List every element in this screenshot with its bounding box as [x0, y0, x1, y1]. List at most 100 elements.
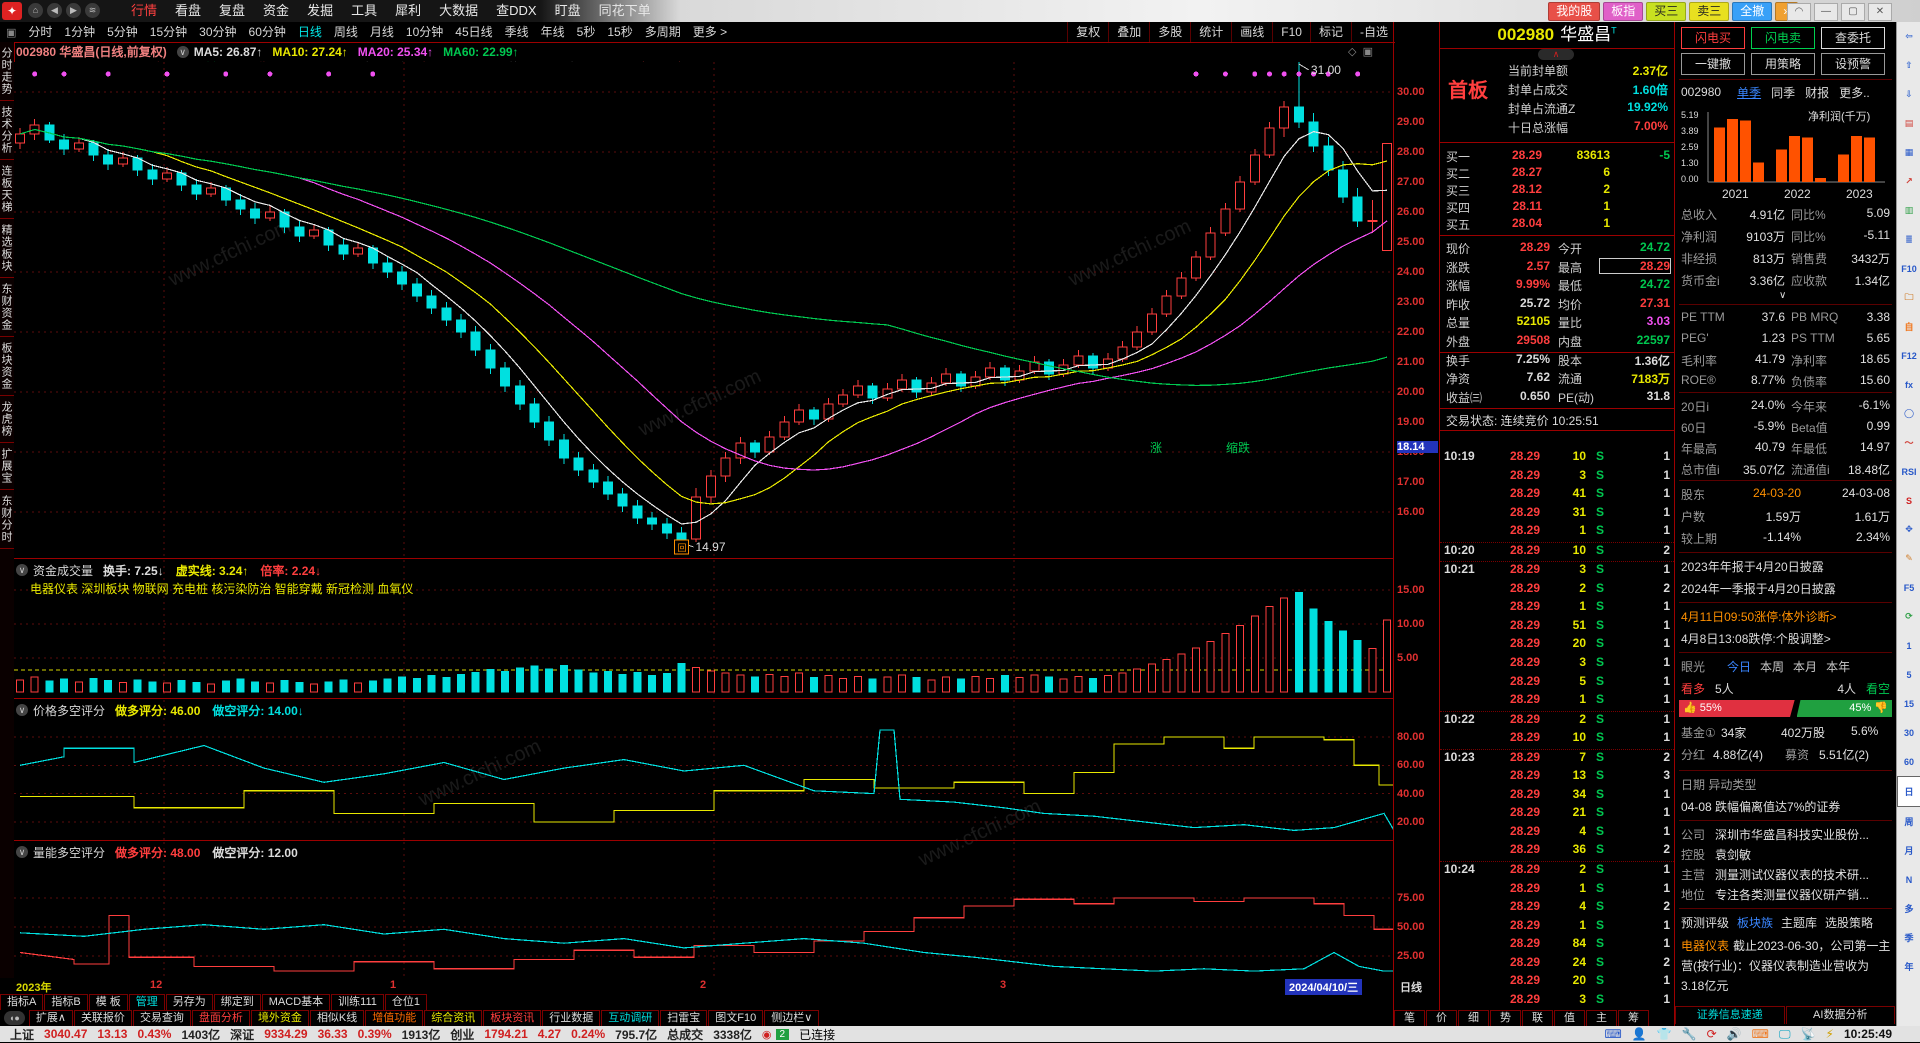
bottom-tab-MACD基本[interactable]: MACD基本: [261, 994, 331, 1010]
info-tab-AI数据分析[interactable]: AI数据分析: [1785, 1006, 1895, 1024]
titlebar-button-全撤[interactable]: 全撤: [1732, 1, 1773, 21]
collapse-icon[interactable]: ∨: [16, 704, 28, 716]
menu-item-同花下单[interactable]: 同花下单: [590, 0, 660, 22]
statusbar-icon[interactable]: ⌨: [1604, 1027, 1621, 1041]
function-tab-侧边栏∨[interactable]: 侧边栏∨: [764, 1010, 820, 1026]
function-tab-交易查询[interactable]: 交易查询: [132, 1010, 191, 1026]
strip-icon-◯[interactable]: ◯: [1898, 399, 1920, 428]
strip-icon-F5[interactable]: F5: [1898, 573, 1920, 602]
bottom-tab-指标B[interactable]: 指标B: [44, 994, 88, 1010]
strip-icon-▦[interactable]: ▦: [1898, 138, 1920, 167]
function-tab-综合资讯[interactable]: 综合资讯: [424, 1010, 483, 1026]
bottom-tab-绑定到[interactable]: 绑定到: [213, 994, 261, 1010]
collapse-pill[interactable]: ∧: [1538, 49, 1574, 60]
bottom-tab-仓位1[interactable]: 仓位1: [384, 994, 427, 1010]
statusbar-icon[interactable]: 📡: [1801, 1027, 1816, 1041]
sidebar-item-东财分时[interactable]: 东财分时: [0, 490, 14, 549]
period-tab-更多 >[interactable]: 更多 >: [687, 22, 733, 42]
menu-item-查DDX[interactable]: 查DDX: [487, 0, 545, 22]
bid-row[interactable]: 买一 28.29 83613 -5: [1440, 148, 1674, 165]
f10-button-查委托[interactable]: 查委托: [1821, 27, 1885, 49]
quote-tab-势[interactable]: 势: [1490, 1010, 1521, 1026]
strip-icon-⟳[interactable]: ⟳: [1898, 602, 1920, 631]
layout-icon[interactable]: ▣: [0, 26, 22, 39]
event-line[interactable]: 4月8日13:08跌停:个股调整>: [1681, 630, 1831, 647]
period-tab-季线[interactable]: 季线: [499, 22, 535, 42]
menu-item-大数据[interactable]: 大数据: [430, 0, 487, 22]
period-tab-10分钟[interactable]: 10分钟: [400, 22, 449, 42]
strip-icon-5[interactable]: 5: [1898, 660, 1920, 689]
strip-icon-✥[interactable]: ✥: [1898, 515, 1920, 544]
strip-icon-⇦[interactable]: ⇦: [1898, 22, 1920, 51]
strip-icon-F12[interactable]: F12: [1898, 341, 1920, 370]
strip-icon-↗[interactable]: ↗: [1898, 167, 1920, 196]
report-tab-更多..[interactable]: 更多..: [1839, 84, 1870, 101]
function-tab-关联报价[interactable]: 关联报价: [73, 1010, 132, 1026]
function-tab-增值功能[interactable]: 增值功能: [365, 1010, 424, 1026]
close-icon[interactable]: ✕: [1868, 3, 1892, 21]
link-选股策略[interactable]: 选股策略: [1825, 914, 1873, 931]
menu-item-发掘[interactable]: 发掘: [298, 0, 342, 22]
minimize-icon[interactable]: —: [1814, 3, 1838, 21]
bottom-tab-管理[interactable]: 管理: [128, 994, 165, 1010]
bid-row[interactable]: 买三 28.12 2: [1440, 182, 1674, 199]
statusbar-icon[interactable]: 🔊: [1727, 1027, 1742, 1041]
period-tab-年线[interactable]: 年线: [535, 22, 571, 42]
chart-zone[interactable]: www.cfchi.com www.cfchi.com www.cfchi.com w…: [14, 62, 1394, 994]
sidebar-item-东财资金[interactable]: 东财资金: [0, 278, 14, 337]
function-tab-行业数据[interactable]: 行业数据: [542, 1010, 601, 1026]
f10-button-闪电卖[interactable]: 闪电卖: [1751, 27, 1815, 49]
titlebar-button-卖三[interactable]: 卖三: [1689, 1, 1730, 21]
price-score-chart[interactable]: [14, 700, 1394, 840]
strip-icon-周[interactable]: 周: [1898, 807, 1920, 836]
strip-icon-▤[interactable]: ▤: [1898, 109, 1920, 138]
strip-icon-1[interactable]: 1: [1898, 631, 1920, 660]
bottom-tab-另存为[interactable]: 另存为: [165, 994, 213, 1010]
bottom-tab-训练111[interactable]: 训练111: [331, 994, 384, 1010]
eyes-option-本年[interactable]: 本年: [1826, 658, 1850, 675]
quote-tab-价[interactable]: 价: [1426, 1010, 1457, 1026]
period-tab-多周期[interactable]: 多周期: [639, 22, 687, 42]
link-主题库[interactable]: 主题库: [1781, 914, 1817, 931]
statusbar-icon[interactable]: 👤: [1632, 1027, 1647, 1041]
quote-tab-值[interactable]: 值: [1554, 1010, 1585, 1026]
sidebar-item-精选板块[interactable]: 精选板块: [0, 219, 14, 278]
statusbar-icon[interactable]: 🔧: [1682, 1027, 1697, 1041]
eyes-option-本周[interactable]: 本周: [1760, 658, 1784, 675]
strip-icon-RSI[interactable]: RSI: [1898, 457, 1920, 486]
bottom-tab-指标A[interactable]: 指标A: [0, 994, 44, 1010]
strip-icon-30[interactable]: 30: [1898, 718, 1920, 747]
menu-item-看盘[interactable]: 看盘: [166, 0, 210, 22]
f10-button-用策略[interactable]: 用策略: [1751, 53, 1815, 75]
period-tab-日线[interactable]: 日线: [292, 22, 328, 42]
f10-button-闪电买[interactable]: 闪电买: [1681, 27, 1745, 49]
function-tab-相似K线[interactable]: 相似K线: [309, 1010, 365, 1026]
strip-icon-N[interactable]: N: [1898, 865, 1920, 894]
function-tab-扫雷宝[interactable]: 扫雷宝: [660, 1010, 708, 1026]
period-tab-60分钟[interactable]: 60分钟: [243, 22, 292, 42]
statusbar-icon[interactable]: ⟳: [1707, 1027, 1717, 1041]
strip-icon-⇧[interactable]: ⇧: [1898, 51, 1920, 80]
period-tab-15分钟[interactable]: 15分钟: [144, 22, 193, 42]
home-icon[interactable]: ⌂: [28, 3, 43, 18]
statusbar-icon[interactable]: 👕: [1657, 1027, 1672, 1041]
period-tab-45日线[interactable]: 45日线: [449, 22, 498, 42]
titlebar-button-我的股[interactable]: 我的股: [1548, 1, 1601, 21]
bottom-tab-模 板[interactable]: 模 板: [88, 994, 128, 1010]
bid-row[interactable]: 买四 28.11 1: [1440, 199, 1674, 216]
strip-icon-季[interactable]: 季: [1898, 923, 1920, 952]
f10-button-设预警[interactable]: 设预警: [1821, 53, 1885, 75]
strip-icon-≣[interactable]: ≣: [1898, 225, 1920, 254]
bid-row[interactable]: 买二 28.27 6: [1440, 165, 1674, 182]
period-tab-5分钟[interactable]: 5分钟: [101, 22, 144, 42]
strip-icon-🗀[interactable]: 🗀: [1898, 283, 1920, 312]
titlebar-button-买三[interactable]: 买三: [1646, 1, 1687, 21]
forward-icon[interactable]: ▶: [66, 3, 81, 18]
report-tab-单季[interactable]: 单季: [1737, 84, 1761, 101]
strip-icon-〜[interactable]: 〜: [1898, 428, 1920, 457]
back-icon[interactable]: ◀: [47, 3, 62, 18]
sidebar-item-连板天梯[interactable]: 连板天梯: [0, 160, 14, 219]
strip-icon-F10[interactable]: F10: [1898, 254, 1920, 283]
chart-tool-叠加[interactable]: 叠加: [1108, 22, 1149, 42]
quote-tab-筹[interactable]: 筹: [1618, 1010, 1649, 1026]
